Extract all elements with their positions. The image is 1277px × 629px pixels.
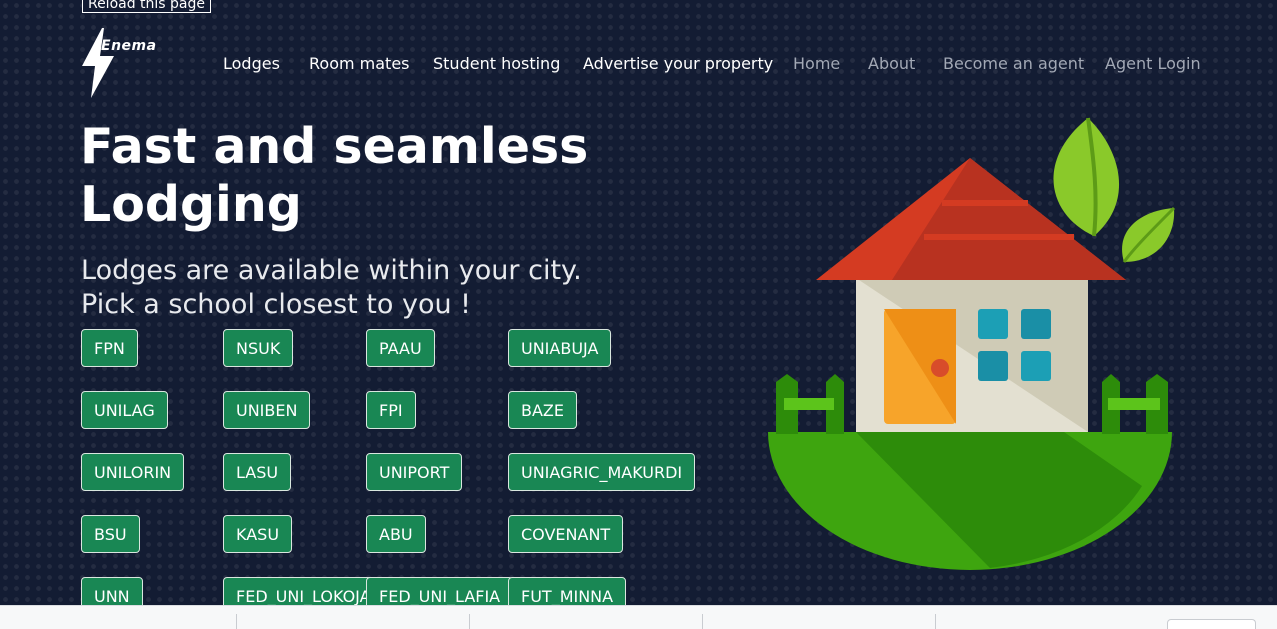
reload-page-button[interactable]: Reload this page: [82, 0, 211, 13]
school-button[interactable]: UNILAG: [81, 391, 168, 429]
nav-agent-login[interactable]: Agent Login: [1105, 52, 1201, 76]
school-button[interactable]: FPN: [81, 329, 138, 367]
house-on-hill-illustration: [764, 116, 1176, 574]
school-button[interactable]: COVENANT: [508, 515, 624, 553]
divider: [469, 614, 470, 629]
divider: [236, 614, 237, 629]
hero-title-line1: Fast and seamless: [80, 118, 589, 175]
brand-logo[interactable]: Enema: [82, 28, 162, 98]
school-button[interactable]: UNIBEN: [223, 391, 311, 429]
nav-advertise-property[interactable]: Advertise your property: [583, 52, 773, 76]
hero-subtitle: Lodges are available within your city. P…: [81, 254, 582, 322]
school-button[interactable]: NSUK: [223, 329, 294, 367]
school-button[interactable]: ABU: [366, 515, 426, 553]
nav-lodges[interactable]: Lodges: [223, 52, 280, 76]
nav-roommates[interactable]: Room mates: [309, 52, 410, 76]
nav-home[interactable]: Home: [793, 52, 840, 76]
hero-title: Fast and seamless Lodging: [80, 118, 680, 234]
school-button[interactable]: BAZE: [508, 391, 577, 429]
nav-student-hosting[interactable]: Student hosting: [433, 52, 560, 76]
divider: [935, 614, 936, 629]
brand-name: Enema: [101, 38, 157, 54]
divider: [702, 614, 703, 629]
school-button[interactable]: PAAU: [366, 329, 435, 367]
bottom-bar-button[interactable]: [1167, 619, 1256, 629]
school-button[interactable]: BSU: [81, 515, 140, 553]
bottom-bar: [0, 605, 1277, 629]
hero-subtitle-line2: Pick a school closest to you !: [81, 289, 472, 320]
school-button[interactable]: UNIPORT: [366, 453, 463, 491]
hero-title-line2: Lodging: [80, 176, 302, 233]
school-button[interactable]: UNIABUJA: [508, 329, 612, 367]
school-button[interactable]: KASU: [223, 515, 293, 553]
school-button[interactable]: UNIAGRIC_MAKURDI: [508, 453, 696, 491]
nav-become-agent[interactable]: Become an agent: [943, 52, 1084, 76]
hero-subtitle-line1: Lodges are available within your city.: [81, 255, 582, 286]
nav-about[interactable]: About: [868, 52, 915, 76]
school-button[interactable]: FPI: [366, 391, 416, 429]
school-button[interactable]: UNILORIN: [81, 453, 185, 491]
school-button[interactable]: LASU: [223, 453, 292, 491]
